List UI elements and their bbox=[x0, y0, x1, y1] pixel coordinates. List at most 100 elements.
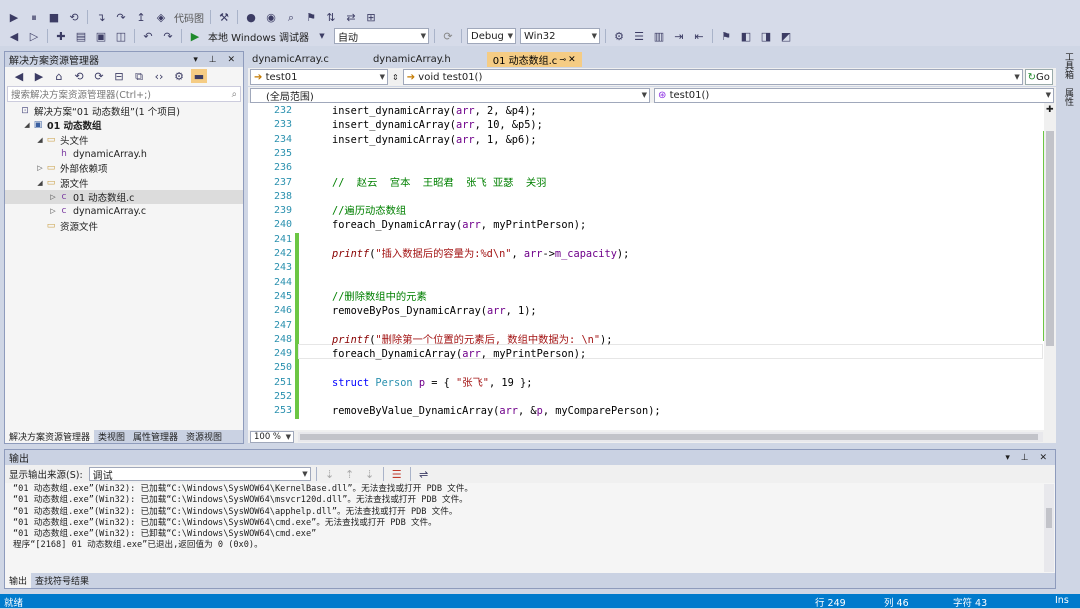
comment-icon[interactable]: ▥ bbox=[651, 29, 667, 43]
back-icon[interactable]: ◀ bbox=[11, 69, 27, 83]
attach-icon[interactable]: ⚙ bbox=[611, 29, 627, 43]
tab-property-manager[interactable]: 属性管理器 bbox=[129, 430, 182, 443]
code-line[interactable]: foreach_DynamicArray(arr, myPrintPerson)… bbox=[332, 347, 586, 361]
editor-vertical-scrollbar[interactable]: ✚ bbox=[1044, 103, 1056, 430]
code-line[interactable]: //遍历动态数组 bbox=[332, 204, 406, 218]
stop-icon[interactable]: ■ bbox=[46, 10, 62, 24]
code-line[interactable]: removeByPos_DynamicArray(arr, 1); bbox=[332, 304, 537, 318]
layout-icon[interactable]: ⊞ bbox=[363, 10, 379, 24]
undo-icon[interactable]: ↶ bbox=[140, 29, 156, 43]
expand-arrow-icon[interactable]: ◢ bbox=[35, 136, 45, 144]
tree-node[interactable]: ▷ ▭ 外部依赖项 bbox=[5, 161, 243, 175]
properties-icon[interactable]: ⚙ bbox=[171, 69, 187, 83]
tab-main-c[interactable]: 01 动态数组.c ⊸ ✕ bbox=[486, 52, 582, 67]
tree-node[interactable]: ◢ ▣ 01 动态数组 bbox=[5, 118, 243, 132]
collapse-arrow-icon[interactable]: ▷ bbox=[35, 164, 45, 172]
code-line[interactable]: printf("插入数据后的容量为:%d\n", arr->m_capacity… bbox=[332, 247, 629, 261]
refresh-icon[interactable]: ⟳ bbox=[440, 29, 456, 43]
nav-member-dropdown[interactable]: ➔ void test01() ▼ bbox=[402, 69, 1023, 85]
split-handle-icon[interactable]: ✚ bbox=[1046, 105, 1054, 115]
find-icon[interactable]: ⌕ bbox=[283, 10, 299, 24]
code-line[interactable]: // 赵云 宫本 王昭君 张飞 亚瑟 关羽 bbox=[332, 176, 546, 190]
tree-node[interactable]: ▷ c 01 动态数组.c bbox=[5, 189, 243, 205]
step-over-icon[interactable]: ↷ bbox=[113, 10, 129, 24]
platform-dropdown[interactable]: Win32 ▼ bbox=[520, 28, 600, 44]
step-out-icon[interactable]: ↥ bbox=[133, 10, 149, 24]
nav-scope-dropdown[interactable]: ➔ test01 ▼ bbox=[250, 69, 388, 85]
refresh-icon[interactable]: ⟳ bbox=[91, 69, 107, 83]
save-icon[interactable]: ▣ bbox=[93, 29, 109, 43]
toolbox-tab[interactable]: 工具箱 bbox=[1062, 52, 1075, 79]
step-into-icon[interactable]: ↴ bbox=[93, 10, 109, 24]
format-icon[interactable]: ⇅ bbox=[323, 10, 339, 24]
search-input[interactable]: 搜索解决方案资源管理器(Ctrl+;) bbox=[11, 87, 151, 101]
chevron-down-icon[interactable]: ▼ bbox=[314, 29, 330, 43]
tree-node[interactable]: h dynamicArray.h bbox=[5, 147, 243, 161]
code-line[interactable]: //删除数组中的元素 bbox=[332, 290, 427, 304]
code-line[interactable]: insert_dynamicArray(arr, 2, &p4); bbox=[332, 104, 537, 118]
collapse-arrow-icon[interactable]: ▷ bbox=[48, 193, 58, 201]
panel-buttons[interactable]: ▾ ⊥ ✕ bbox=[193, 55, 239, 65]
code-line[interactable]: insert_dynamicArray(arr, 1, &p6); bbox=[332, 133, 537, 147]
function-scope-dropdown[interactable]: ⊛ test01() ▼ bbox=[654, 87, 1054, 103]
clear-bookmark-icon[interactable]: ◩ bbox=[778, 29, 794, 43]
close-icon[interactable]: ✕ bbox=[568, 55, 576, 65]
pause-icon[interactable]: ⏸ bbox=[26, 10, 42, 24]
sync-icon[interactable]: ⟲ bbox=[71, 69, 87, 83]
bookmark-icon[interactable]: ⚑ bbox=[718, 29, 734, 43]
collapse-icon[interactable]: ⊟ bbox=[111, 69, 127, 83]
local-debugger-button[interactable]: 本地 Windows 调试器 bbox=[208, 29, 309, 44]
solution-config-dropdown[interactable]: 自动 ▼ bbox=[334, 28, 429, 44]
tree-node[interactable]: ◢ ▭ 头文件 bbox=[5, 133, 243, 147]
tree-node[interactable]: ◢ ▭ 源文件 bbox=[5, 175, 243, 190]
prev-message-icon[interactable]: ⇡ bbox=[342, 467, 358, 481]
code-line[interactable]: insert_dynamicArray(arr, 10, &p5); bbox=[332, 118, 543, 132]
forward-icon[interactable]: ▶ bbox=[31, 69, 47, 83]
output-scrollbar[interactable] bbox=[1044, 484, 1054, 572]
code-line[interactable]: printf("删除第一个位置的元素后, 数组中数据为: \n"); bbox=[332, 333, 612, 347]
config-dropdown[interactable]: Debug ▼ bbox=[467, 28, 516, 44]
properties-tab[interactable]: 属性 bbox=[1062, 88, 1075, 106]
tab-output[interactable]: 输出 bbox=[5, 573, 32, 588]
solution-search-box[interactable]: 搜索解决方案资源管理器(Ctrl+;) ⌕ bbox=[7, 86, 241, 102]
code-map-icon[interactable]: ◈ bbox=[153, 10, 169, 24]
play-icon[interactable]: ▶ bbox=[187, 29, 203, 43]
global-scope-dropdown[interactable]: (全局范围) ▼ bbox=[250, 87, 650, 103]
new-project-icon[interactable]: ✚ bbox=[53, 29, 69, 43]
navigate-icon[interactable]: ⇄ bbox=[343, 10, 359, 24]
go-button[interactable]: ↻ Go bbox=[1024, 69, 1053, 85]
code-icon[interactable]: ‹› bbox=[151, 69, 167, 83]
restart-icon[interactable]: ⟲ bbox=[66, 10, 82, 24]
expand-arrow-icon[interactable]: ◢ bbox=[22, 121, 32, 129]
pin-icon[interactable]: ⊸ bbox=[559, 55, 566, 64]
tab-dynamicarray-h[interactable]: dynamicArray.h bbox=[367, 52, 457, 67]
expand-arrow-icon[interactable]: ◢ bbox=[35, 179, 45, 187]
next-bookmark-icon[interactable]: ◨ bbox=[758, 29, 774, 43]
horizontal-scrollbar-thumb[interactable] bbox=[300, 433, 1038, 440]
horizontal-scrollbar[interactable] bbox=[298, 431, 1043, 442]
output-source-dropdown[interactable]: 调试 ▼ bbox=[88, 467, 311, 482]
start-icon[interactable]: ▶ bbox=[6, 10, 22, 24]
clear-all-icon[interactable]: ☰ bbox=[389, 467, 405, 481]
redo-icon[interactable]: ↷ bbox=[160, 29, 176, 43]
output-scrollbar-thumb[interactable] bbox=[1046, 508, 1052, 528]
home-icon[interactable]: ⌂ bbox=[51, 69, 67, 83]
bookmark-icon[interactable]: ⚑ bbox=[303, 10, 319, 24]
show-all-icon[interactable]: ⧉ bbox=[131, 69, 147, 83]
code-line[interactable]: foreach_DynamicArray(arr, myPrintPerson)… bbox=[332, 218, 586, 232]
collapse-arrow-icon[interactable]: ▷ bbox=[48, 207, 58, 215]
code-map-label[interactable]: 代码图 bbox=[174, 10, 204, 25]
breakpoint-icon[interactable]: ● bbox=[243, 10, 259, 24]
tab-dynamicarray-c[interactable]: dynamicArray.c bbox=[246, 52, 335, 67]
preview-icon[interactable]: ▬ bbox=[191, 69, 207, 83]
find-message-icon[interactable]: ⇣ bbox=[322, 467, 338, 481]
tree-node[interactable]: ⊡ 解决方案“01 动态数组”(1 个项目) bbox=[5, 104, 243, 118]
indent-icon[interactable]: ⇥ bbox=[671, 29, 687, 43]
tab-find-symbol-results[interactable]: 查找符号结果 bbox=[31, 573, 93, 588]
forward-icon[interactable]: ▷ bbox=[26, 29, 42, 43]
panel-buttons[interactable]: ▾ ⊥ ✕ bbox=[1005, 453, 1051, 463]
tools-icon[interactable]: ⚒ bbox=[216, 10, 232, 24]
prev-bookmark-icon[interactable]: ◧ bbox=[738, 29, 754, 43]
list-icon[interactable]: ☰ bbox=[631, 29, 647, 43]
outdent-icon[interactable]: ⇤ bbox=[691, 29, 707, 43]
